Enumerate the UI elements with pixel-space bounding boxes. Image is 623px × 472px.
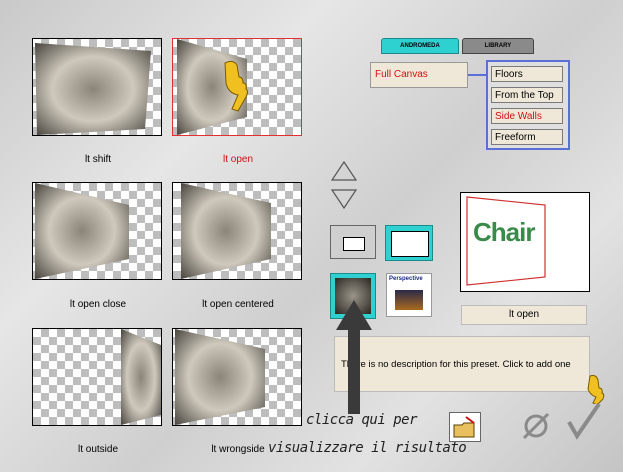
scene-image: [395, 290, 423, 310]
ok-button[interactable]: [565, 402, 605, 440]
preset-thumb-lt-open-centered[interactable]: [172, 182, 302, 280]
annotation-line-2: visualizzare il risultato: [268, 440, 467, 456]
annotation-line-1: clicca qui per: [306, 412, 418, 428]
preset-thumb-lt-open-close[interactable]: [32, 182, 162, 280]
rectangle-icon: [391, 231, 429, 257]
perspective-wall-image: [121, 329, 161, 425]
open-folder-button[interactable]: [449, 412, 481, 442]
preview-label: lt open: [461, 305, 587, 325]
option-freeform[interactable]: Freeform: [491, 129, 563, 145]
preset-thumb-lt-wrongside[interactable]: [172, 328, 302, 426]
connector-line: [468, 74, 486, 76]
cancel-button[interactable]: [520, 410, 554, 440]
rectangle-icon: [343, 237, 365, 251]
pointing-hand-icon: [587, 375, 605, 404]
preset-thumb-lt-shift[interactable]: [32, 38, 162, 136]
frame-box-button[interactable]: [385, 225, 433, 261]
arrow-up-icon: [330, 160, 358, 181]
scroll-up-button[interactable]: [330, 160, 358, 184]
checkmark-icon: [567, 402, 601, 440]
folder-open-icon: [453, 416, 475, 438]
option-from-the-top[interactable]: From the Top: [491, 87, 563, 103]
annotation-arrow-icon: [336, 300, 372, 414]
tab-library[interactable]: LIBRARY: [462, 38, 534, 54]
preset-caption: lt open close: [69, 299, 127, 310]
perspective-wall-image: [175, 329, 265, 425]
perspective-image-button[interactable]: Perspective: [386, 273, 432, 317]
category-option-list: Floors From the Top Side Walls Freeform: [486, 60, 570, 150]
preview-chair-text: Chair: [473, 217, 535, 247]
preset-caption: lt shift: [84, 154, 112, 165]
mode-select[interactable]: Full Canvas: [370, 62, 468, 88]
preview-panel: Chair: [460, 192, 590, 292]
perspective-label: Perspective: [389, 276, 423, 282]
frame-wide-button[interactable]: [330, 225, 376, 259]
preset-caption: lt open centered: [202, 299, 274, 310]
option-floors[interactable]: Floors: [491, 66, 563, 82]
description-text: There is no description for this preset.…: [341, 359, 571, 370]
tab-andromeda[interactable]: ANDROMEDA: [381, 38, 459, 54]
pointing-hand-icon: [224, 60, 248, 112]
cancel-icon: [522, 412, 550, 440]
preset-caption: lt open: [222, 154, 254, 165]
scroll-down-button[interactable]: [330, 186, 358, 210]
perspective-wall-image: [35, 183, 129, 279]
mode-select-value: Full Canvas: [375, 69, 428, 80]
arrow-down-icon: [330, 189, 358, 210]
option-side-walls[interactable]: Side Walls: [491, 108, 563, 124]
preset-thumb-lt-outside[interactable]: [32, 328, 162, 426]
perspective-wall-image: [181, 183, 271, 279]
preset-caption: lt outside: [77, 444, 119, 455]
perspective-wall-image: [35, 43, 151, 135]
preset-thumb-lt-open[interactable]: [172, 38, 302, 136]
